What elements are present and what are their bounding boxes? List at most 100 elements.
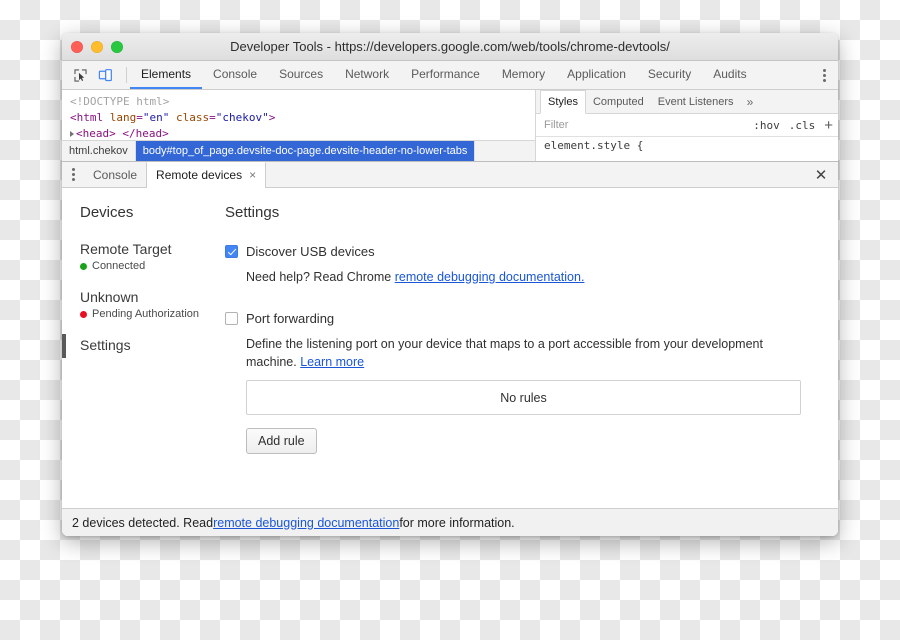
- dom-line-doctype[interactable]: <!DOCTYPE html>: [70, 94, 535, 110]
- tab-computed-label: Computed: [592, 95, 644, 108]
- drawer-more-menu-icon[interactable]: [62, 162, 84, 187]
- port-forwarding-rules-list: No rules: [246, 380, 801, 415]
- discover-usb-devices-checkbox[interactable]: [225, 245, 238, 258]
- dom-tree-code: <!DOCTYPE html> <html lang="en" class="c…: [62, 90, 535, 142]
- drawer-tab-remote-devices-label: Remote devices: [156, 168, 243, 182]
- remote-debugging-documentation-link[interactable]: remote debugging documentation.: [395, 270, 585, 284]
- dom-tag-html: html: [76, 111, 104, 124]
- tab-performance[interactable]: Performance: [400, 61, 491, 89]
- learn-more-link[interactable]: Learn more: [300, 355, 364, 369]
- dom-line-html[interactable]: <html lang="en" class="chekov">: [70, 110, 535, 126]
- new-style-rule-button[interactable]: +: [824, 118, 833, 133]
- devtools-drawer: Console Remote devices × ✕ Devices Remot…: [62, 161, 838, 536]
- sidebar-item-settings-label: Settings: [80, 337, 131, 353]
- dom-tree-pane[interactable]: <!DOCTYPE html> <html lang="en" class="c…: [62, 90, 536, 161]
- breadcrumb-item-body[interactable]: body#top_of_page.devsite-doc-page.devsit…: [135, 141, 476, 161]
- drawer-tabbar: Console Remote devices × ✕: [62, 162, 838, 188]
- tab-application-label: Application: [567, 67, 626, 81]
- port-forwarding-description: Define the listening port on your device…: [246, 335, 791, 371]
- tab-security-label: Security: [647, 67, 692, 81]
- styles-rule-preview: element.style {: [544, 139, 644, 152]
- tab-sources[interactable]: Sources: [268, 61, 334, 89]
- sidebar-item-unknown-label: Unknown: [80, 289, 139, 305]
- tab-event-listeners[interactable]: Event Listeners: [651, 90, 741, 113]
- dom-attr-lang-value: "en": [142, 111, 170, 124]
- add-rule-button[interactable]: Add rule: [246, 428, 317, 454]
- devtools-tool-icons: [62, 61, 123, 89]
- tab-network-label: Network: [345, 67, 390, 81]
- dom-attr-class-value: "chekov": [215, 111, 269, 124]
- sidebar-item-settings[interactable]: Settings: [62, 334, 225, 358]
- remote-devices-statusbar: 2 devices detected. Read remote debuggin…: [62, 508, 838, 536]
- status-dot-pending-icon: [80, 310, 87, 318]
- devices-heading: Devices: [80, 204, 134, 221]
- device-toolbar-icon[interactable]: [96, 66, 114, 84]
- toggle-element-classes-button[interactable]: .cls: [789, 119, 816, 132]
- port-forwarding-checkbox[interactable]: [225, 312, 238, 325]
- tab-event-listeners-label: Event Listeners: [657, 95, 734, 108]
- statusbar-prefix: 2 devices detected. Read: [72, 515, 214, 530]
- tab-sources-label: Sources: [279, 67, 324, 81]
- sidebar-item-unknown[interactable]: Unknown Pending Authorization: [62, 289, 225, 320]
- tab-console[interactable]: Console: [202, 61, 268, 89]
- breadcrumb-item-html[interactable]: html.chekov: [62, 141, 136, 161]
- close-icon[interactable]: ×: [249, 168, 256, 182]
- styles-filter-input[interactable]: Filter: [544, 119, 744, 131]
- discover-usb-help-prefix: Need help? Read Chrome: [246, 270, 395, 284]
- tab-security[interactable]: Security: [637, 61, 702, 89]
- window-titlebar: Developer Tools - https://developers.goo…: [62, 33, 838, 61]
- traffic-lights: [62, 40, 123, 53]
- remote-devices-settings-content: Settings Discover USB devices Need help?…: [225, 188, 838, 508]
- zoom-window-button[interactable]: [111, 40, 123, 53]
- sidebar-item-unknown-status: Pending Authorization: [80, 308, 225, 320]
- discover-usb-devices-row: Discover USB devices: [225, 244, 814, 259]
- drawer-tab-console[interactable]: Console: [84, 162, 146, 187]
- tab-application[interactable]: Application: [556, 61, 637, 89]
- sidebar-item-remote-target-status-label: Connected: [92, 260, 146, 272]
- statusbar-documentation-link[interactable]: remote debugging documentation: [213, 516, 399, 530]
- devtools-tabbar: Elements Console Sources Network Perform…: [62, 61, 838, 90]
- close-drawer-icon[interactable]: ✕: [804, 162, 838, 187]
- inspect-element-icon[interactable]: [71, 66, 89, 84]
- drawer-tab-remote-devices[interactable]: Remote devices ×: [146, 162, 267, 188]
- tab-console-label: Console: [213, 67, 258, 81]
- tab-elements[interactable]: Elements: [130, 61, 203, 89]
- expand-triangle-icon[interactable]: [70, 131, 74, 137]
- devtools-window: Developer Tools - https://developers.goo…: [62, 33, 838, 536]
- port-forwarding-label[interactable]: Port forwarding: [246, 311, 334, 326]
- port-forwarding-row: Port forwarding: [225, 311, 814, 326]
- discover-usb-help-text: Need help? Read Chrome remote debugging …: [246, 268, 791, 286]
- styles-more-tabs-icon[interactable]: »: [741, 90, 760, 113]
- elements-panel: <!DOCTYPE html> <html lang="en" class="c…: [62, 90, 838, 161]
- discover-usb-devices-label[interactable]: Discover USB devices: [246, 244, 375, 259]
- tab-audits-label: Audits: [713, 67, 747, 81]
- statusbar-suffix: for more information.: [399, 515, 515, 530]
- tab-memory[interactable]: Memory: [491, 61, 556, 89]
- remote-devices-sidebar: Devices Remote Target Connected Unknown …: [62, 188, 225, 508]
- tab-styles-label: Styles: [548, 96, 578, 108]
- sidebar-item-remote-target-status: Connected: [80, 260, 225, 272]
- settings-title: Settings: [225, 204, 280, 221]
- dom-line-head-label: <head> </head>: [76, 127, 169, 140]
- window-title: Developer Tools - https://developers.goo…: [230, 39, 670, 54]
- tab-network[interactable]: Network: [334, 61, 400, 89]
- tab-audits[interactable]: Audits: [702, 61, 757, 89]
- styles-pane: Styles Computed Event Listeners » Filter…: [536, 90, 838, 161]
- sidebar-item-unknown-status-label: Pending Authorization: [92, 308, 200, 320]
- tab-elements-label: Elements: [141, 67, 192, 81]
- toolbar-divider: [126, 67, 127, 83]
- toggle-hover-states-button[interactable]: :hov: [753, 119, 780, 132]
- dom-attr-class: class: [176, 111, 210, 124]
- sidebar-item-remote-target-label: Remote Target: [80, 241, 172, 257]
- minimize-window-button[interactable]: [91, 40, 103, 53]
- breadcrumb: html.chekov body#top_of_page.devsite-doc…: [62, 140, 535, 161]
- sidebar-item-remote-target[interactable]: Remote Target Connected: [62, 241, 225, 272]
- devtools-more-menu-icon[interactable]: [814, 65, 834, 85]
- devtools-tabbar-right: [807, 61, 838, 89]
- tab-computed[interactable]: Computed: [586, 90, 651, 113]
- close-window-button[interactable]: [71, 40, 83, 53]
- remote-devices-view: Devices Remote Target Connected Unknown …: [62, 188, 838, 508]
- tab-memory-label: Memory: [501, 67, 546, 81]
- tab-styles[interactable]: Styles: [540, 90, 586, 114]
- styles-pane-tabs: Styles Computed Event Listeners »: [536, 90, 838, 114]
